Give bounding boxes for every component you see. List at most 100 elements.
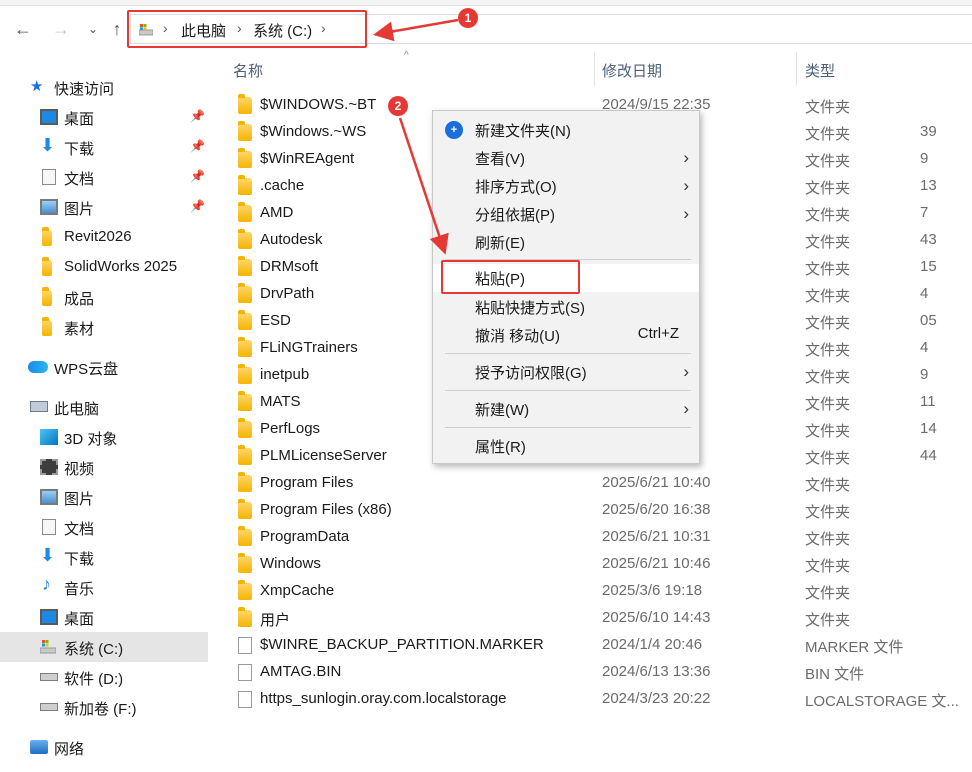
toolbar-strip xyxy=(0,0,972,6)
menu-item-label: 撤消 移动(U) xyxy=(475,328,560,345)
document-icon xyxy=(42,519,56,535)
file-type: 文件夹 xyxy=(805,369,851,386)
sidebar-item-pictures-pc[interactable]: 图片 xyxy=(0,482,208,512)
sort-ascending-icon: ^ xyxy=(404,50,409,61)
column-divider[interactable] xyxy=(594,52,595,86)
network-icon xyxy=(30,740,48,754)
sidebar-item-label: 音乐 xyxy=(64,581,95,598)
pin-icon[interactable]: 📌 xyxy=(190,169,205,183)
column-header-name[interactable]: 名称 xyxy=(233,60,263,81)
file-type: 文件夹 xyxy=(805,153,851,170)
sidebar-item-network[interactable]: 网络 xyxy=(0,732,208,762)
cube-icon xyxy=(40,429,58,445)
menu-item-refresh[interactable]: 刷新(E) xyxy=(433,228,699,256)
file-name: Program Files xyxy=(260,474,354,491)
pin-icon[interactable]: 📌 xyxy=(190,199,205,213)
menu-separator xyxy=(445,353,691,354)
sidebar-item-drive-c[interactable]: 系统 (C:) xyxy=(0,632,208,662)
file-row[interactable]: XmpCache 2025/3/6 19:18 文件夹 xyxy=(230,578,972,605)
back-arrow-icon[interactable]: ← xyxy=(12,18,34,40)
recent-locations-chevron-icon[interactable]: ⌄ xyxy=(82,18,104,40)
menu-item-label: 排序方式(O) xyxy=(475,179,557,196)
file-name: $WINRE_BACKUP_PARTITION.MARKER xyxy=(260,636,544,653)
sidebar-item-desktop-pc[interactable]: 桌面 xyxy=(0,602,208,632)
file-type: 文件夹 xyxy=(805,504,851,521)
sidebar-item-this-pc[interactable]: 此电脑 xyxy=(0,392,208,422)
menu-item-label: 粘贴快捷方式(S) xyxy=(475,300,585,317)
file-row[interactable]: https_sunlogin.oray.com.localstorage 2024… xyxy=(230,686,972,713)
menu-item-properties[interactable]: 属性(R) xyxy=(433,432,699,460)
file-row[interactable]: ProgramData 2025/6/21 10:31 文件夹 xyxy=(230,524,972,551)
file-name: 用户 xyxy=(260,612,291,629)
menu-item-paste-shortcut[interactable]: 粘贴快捷方式(S) xyxy=(433,293,699,321)
file-row[interactable]: Program Files (x86) 2025/6/20 16:38 文件夹 xyxy=(230,497,972,524)
menu-item-label: 新建(W) xyxy=(475,402,530,419)
menu-item-label: 授予访问权限(G) xyxy=(475,365,587,382)
sidebar-item-drive-f[interactable]: 新加卷 (F:) xyxy=(0,692,208,722)
file-name: PerfLogs xyxy=(260,420,321,437)
menu-item-view[interactable]: 查看(V) › xyxy=(433,144,699,172)
column-divider[interactable] xyxy=(796,52,797,86)
file-name: FLiNGTrainers xyxy=(260,339,358,356)
menu-item-new-folder[interactable]: + 新建文件夹(N) xyxy=(433,116,699,144)
film-icon xyxy=(40,459,58,475)
folder-icon xyxy=(238,175,252,195)
sidebar-item-downloads[interactable]: ⬇ 下载 📌 xyxy=(0,132,208,162)
sidebar-item-desktop[interactable]: 桌面 📌 xyxy=(0,102,208,132)
sidebar-item-3d-objects[interactable]: 3D 对象 xyxy=(0,422,208,452)
menu-item-grant-access[interactable]: 授予访问权限(G) › xyxy=(433,358,699,386)
file-date: 2024/1/4 20:46 xyxy=(602,636,703,653)
sidebar-item-drive-d[interactable]: 软件 (D:) xyxy=(0,662,208,692)
file-name: AMD xyxy=(260,204,294,221)
file-type: 文件夹 xyxy=(805,261,851,278)
sidebar-item-quick-access[interactable]: ★ 快速访问 xyxy=(0,72,208,102)
sidebar-item-wps-cloud[interactable]: WPS云盘 xyxy=(0,352,208,382)
file-date: 2025/6/10 14:43 xyxy=(602,609,711,626)
file-row[interactable]: Windows 2025/6/21 10:46 文件夹 xyxy=(230,551,972,578)
menu-item-label: 刷新(E) xyxy=(475,235,525,252)
sidebar-item-revit2026[interactable]: Revit2026 xyxy=(0,222,208,252)
folder-icon xyxy=(238,526,252,546)
sidebar-item-documents-pc[interactable]: 文档 xyxy=(0,512,208,542)
sidebar-item-solidworks[interactable]: SolidWorks 2025 xyxy=(0,252,208,282)
sidebar-item-sucai[interactable]: 素材 xyxy=(0,312,208,342)
picture-icon xyxy=(40,489,58,505)
menu-item-sort[interactable]: 排序方式(O) › xyxy=(433,172,699,200)
file-date: 4 xyxy=(920,339,929,356)
file-name: $WINDOWS.~BT xyxy=(260,96,377,113)
menu-item-undo-move[interactable]: 撤消 移动(U) Ctrl+Z xyxy=(433,321,699,349)
desktop-icon xyxy=(40,109,58,125)
file-row[interactable]: AMTAG.BIN 2024/6/13 13:36 BIN 文件 xyxy=(230,659,972,686)
file-type: LOCALSTORAGE 文... xyxy=(805,693,959,710)
up-arrow-icon[interactable]: ↑ xyxy=(106,18,128,40)
file-icon xyxy=(238,664,252,681)
drive-icon xyxy=(40,673,58,681)
sidebar-item-label: 下载 xyxy=(64,141,95,158)
column-header-type[interactable]: 类型 xyxy=(805,60,835,81)
folder-icon xyxy=(238,229,252,249)
sidebar-item-pictures[interactable]: 图片 📌 xyxy=(0,192,208,222)
file-row[interactable]: 用户 2025/6/10 14:43 文件夹 xyxy=(230,605,972,632)
folder-icon xyxy=(238,148,252,168)
menu-item-new[interactable]: 新建(W) › xyxy=(433,395,699,423)
folder-icon xyxy=(238,445,252,465)
sidebar-item-chengpin[interactable]: 成品 xyxy=(0,282,208,312)
forward-arrow-icon[interactable]: → xyxy=(50,18,72,40)
file-type: 文件夹 xyxy=(805,126,851,143)
download-arrow-icon: ⬇ xyxy=(40,135,56,155)
pin-icon[interactable]: 📌 xyxy=(190,139,205,153)
file-row[interactable]: $WINRE_BACKUP_PARTITION.MARKER 2024/1/4 2… xyxy=(230,632,972,659)
file-type: 文件夹 xyxy=(805,342,851,359)
sidebar-item-documents[interactable]: 文档 📌 xyxy=(0,162,208,192)
file-date: 2024/6/13 13:36 xyxy=(602,663,711,680)
column-header-date[interactable]: 修改日期 xyxy=(602,60,662,81)
sidebar-item-music[interactable]: ♪ 音乐 xyxy=(0,572,208,602)
new-folder-icon: + xyxy=(445,121,463,139)
file-row[interactable]: Program Files 2025/6/21 10:40 文件夹 xyxy=(230,470,972,497)
menu-item-group[interactable]: 分组依据(P) › xyxy=(433,200,699,228)
sidebar-item-videos[interactable]: 视频 xyxy=(0,452,208,482)
menu-item-label: 属性(R) xyxy=(475,439,526,456)
sidebar-item-label: 桌面 xyxy=(64,111,95,128)
pin-icon[interactable]: 📌 xyxy=(190,109,205,123)
sidebar-item-downloads-pc[interactable]: ⬇ 下载 xyxy=(0,542,208,572)
